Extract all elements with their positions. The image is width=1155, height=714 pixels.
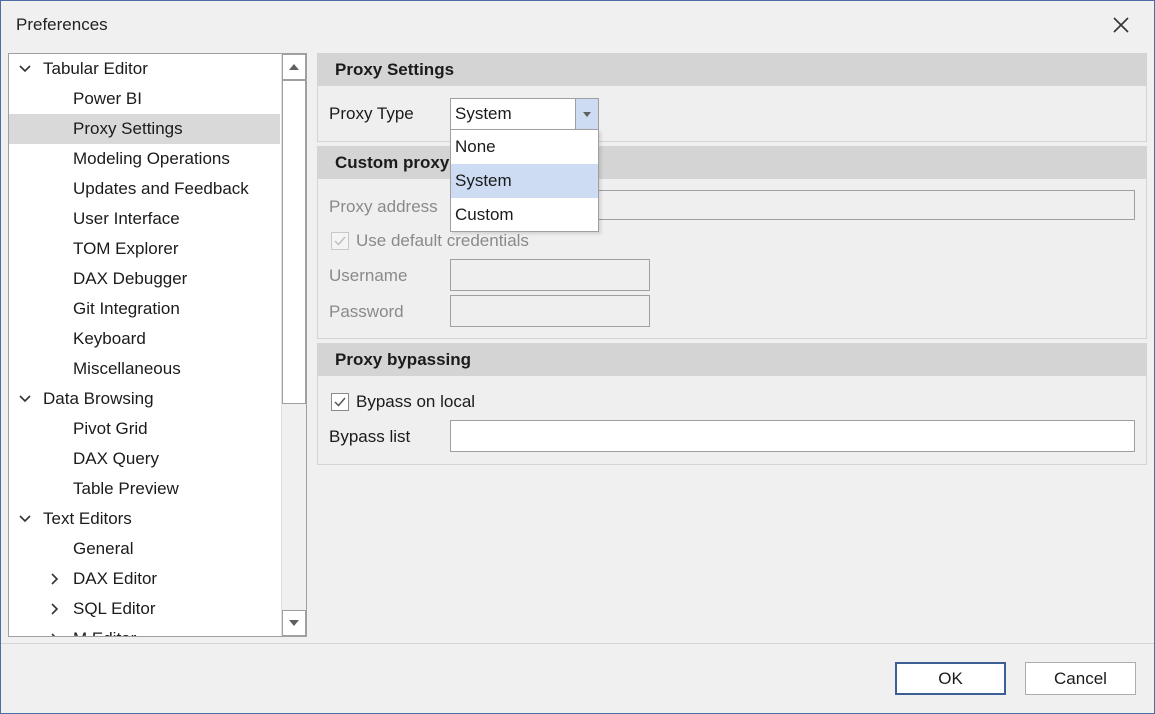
bypass-on-local-checkbox[interactable] [331,393,349,411]
tree-item-label: DAX Query [73,449,159,468]
chevron-right-icon[interactable] [45,624,65,636]
tree-item-label: Pivot Grid [73,419,148,438]
chevron-down-icon[interactable] [15,504,35,534]
tree-item-label: DAX Editor [73,569,158,588]
tree-item-label: Text Editors [43,509,132,528]
tree-item[interactable]: Data Browsing [9,384,280,414]
use-default-credentials-label: Use default credentials [356,231,529,250]
tree-item-label: Git Integration [73,299,180,318]
chevron-right-icon[interactable] [45,564,65,594]
chevron-right-icon[interactable] [45,594,65,624]
bypass-list-label: Bypass list [329,427,411,446]
tree-item-label: Keyboard [73,329,146,348]
close-icon [1113,17,1129,33]
tree-item-label: Modeling Operations [73,149,230,168]
tree-item[interactable]: Power BI [9,84,280,114]
proxy-type-value: System [455,104,512,123]
tree-item-label: SQL Editor [73,599,156,618]
username-label: Username [329,266,408,285]
tree-item-label: Updates and Feedback [73,179,249,198]
chevron-down-icon[interactable] [15,384,35,414]
use-default-credentials-checkbox[interactable] [331,232,349,250]
preferences-tree[interactable]: Tabular Editor Power BI Proxy Settings Mode… [8,53,307,637]
close-button[interactable] [1107,11,1135,39]
triangle-up-icon [289,64,299,70]
tree-item-label: Tabular Editor [43,59,148,78]
scroll-down-button[interactable] [282,610,306,636]
option-none[interactable]: None [451,130,598,164]
tree-item[interactable]: Keyboard [9,324,280,354]
scroll-thumb[interactable] [282,80,306,404]
tree-item-label: Proxy Settings [73,119,183,138]
tree-item[interactable]: Pivot Grid [9,414,280,444]
tree-item[interactable]: Git Integration [9,294,280,324]
tree-item-label: Miscellaneous [73,359,181,378]
tree-item[interactable]: General [9,534,280,564]
password-label: Password [329,302,404,321]
proxy-type-select[interactable]: System [450,98,599,130]
username-input[interactable] [450,259,650,291]
custom-proxy-heading: Custom proxy [318,147,1146,179]
tree-item[interactable]: Tabular Editor [9,54,280,84]
tree-item-label: General [73,539,134,558]
dialog-title: Preferences [16,15,108,34]
tree-item[interactable]: Modeling Operations [9,144,280,174]
tree-item-label: TOM Explorer [73,239,179,258]
tree-item[interactable]: Miscellaneous [9,354,280,384]
tree-item[interactable]: M Editor [9,624,280,636]
tree-item[interactable]: TOM Explorer [9,234,280,264]
footer-divider [1,643,1154,644]
tree-item-label: Table Preview [73,479,179,498]
scroll-up-button[interactable] [282,54,306,80]
tree-item[interactable]: DAX Debugger [9,264,280,294]
tree-item[interactable]: SQL Editor [9,594,280,624]
dropdown-button[interactable] [575,99,598,129]
tree-item-label: M Editor [73,624,136,636]
proxy-settings-heading: Proxy Settings [318,54,1146,86]
proxy-type-label: Proxy Type [329,104,414,123]
tree-item[interactable]: DAX Editor [9,564,280,594]
tree-item-label: User Interface [73,209,180,228]
proxy-bypassing-heading: Proxy bypassing [318,344,1146,376]
password-input[interactable] [450,295,650,327]
tree-scrollbar[interactable] [281,54,306,636]
proxy-settings-group: Proxy Settings [317,53,1147,142]
tree-item[interactable]: User Interface [9,204,280,234]
tree-item[interactable]: Table Preview [9,474,280,504]
tree-item-label: Data Browsing [43,389,154,408]
option-custom[interactable]: Custom [451,198,598,232]
bypass-on-local-label: Bypass on local [356,392,476,411]
tree-item[interactable]: DAX Query [9,444,280,474]
proxy-type-dropdown-list: None System Custom [450,129,599,232]
checkmark-icon [334,236,346,246]
tree-item[interactable]: Proxy Settings [9,114,280,144]
tree-item[interactable]: Text Editors [9,504,280,534]
checkmark-icon [334,397,346,407]
triangle-down-icon [289,620,299,626]
option-system[interactable]: System [451,164,598,198]
proxy-address-label: Proxy address [329,197,438,216]
chevron-down-icon [583,111,591,117]
ok-button[interactable]: OK [895,662,1006,695]
tree-item[interactable]: Updates and Feedback [9,174,280,204]
tree-item-label: DAX Debugger [73,269,188,288]
tree-item-label: Power BI [73,89,142,108]
preferences-dialog: Preferences Tabular Editor Power BI Proxy … [0,0,1155,714]
bypass-list-input[interactable] [450,420,1135,452]
chevron-down-icon[interactable] [15,54,35,84]
cancel-button[interactable]: Cancel [1025,662,1136,695]
